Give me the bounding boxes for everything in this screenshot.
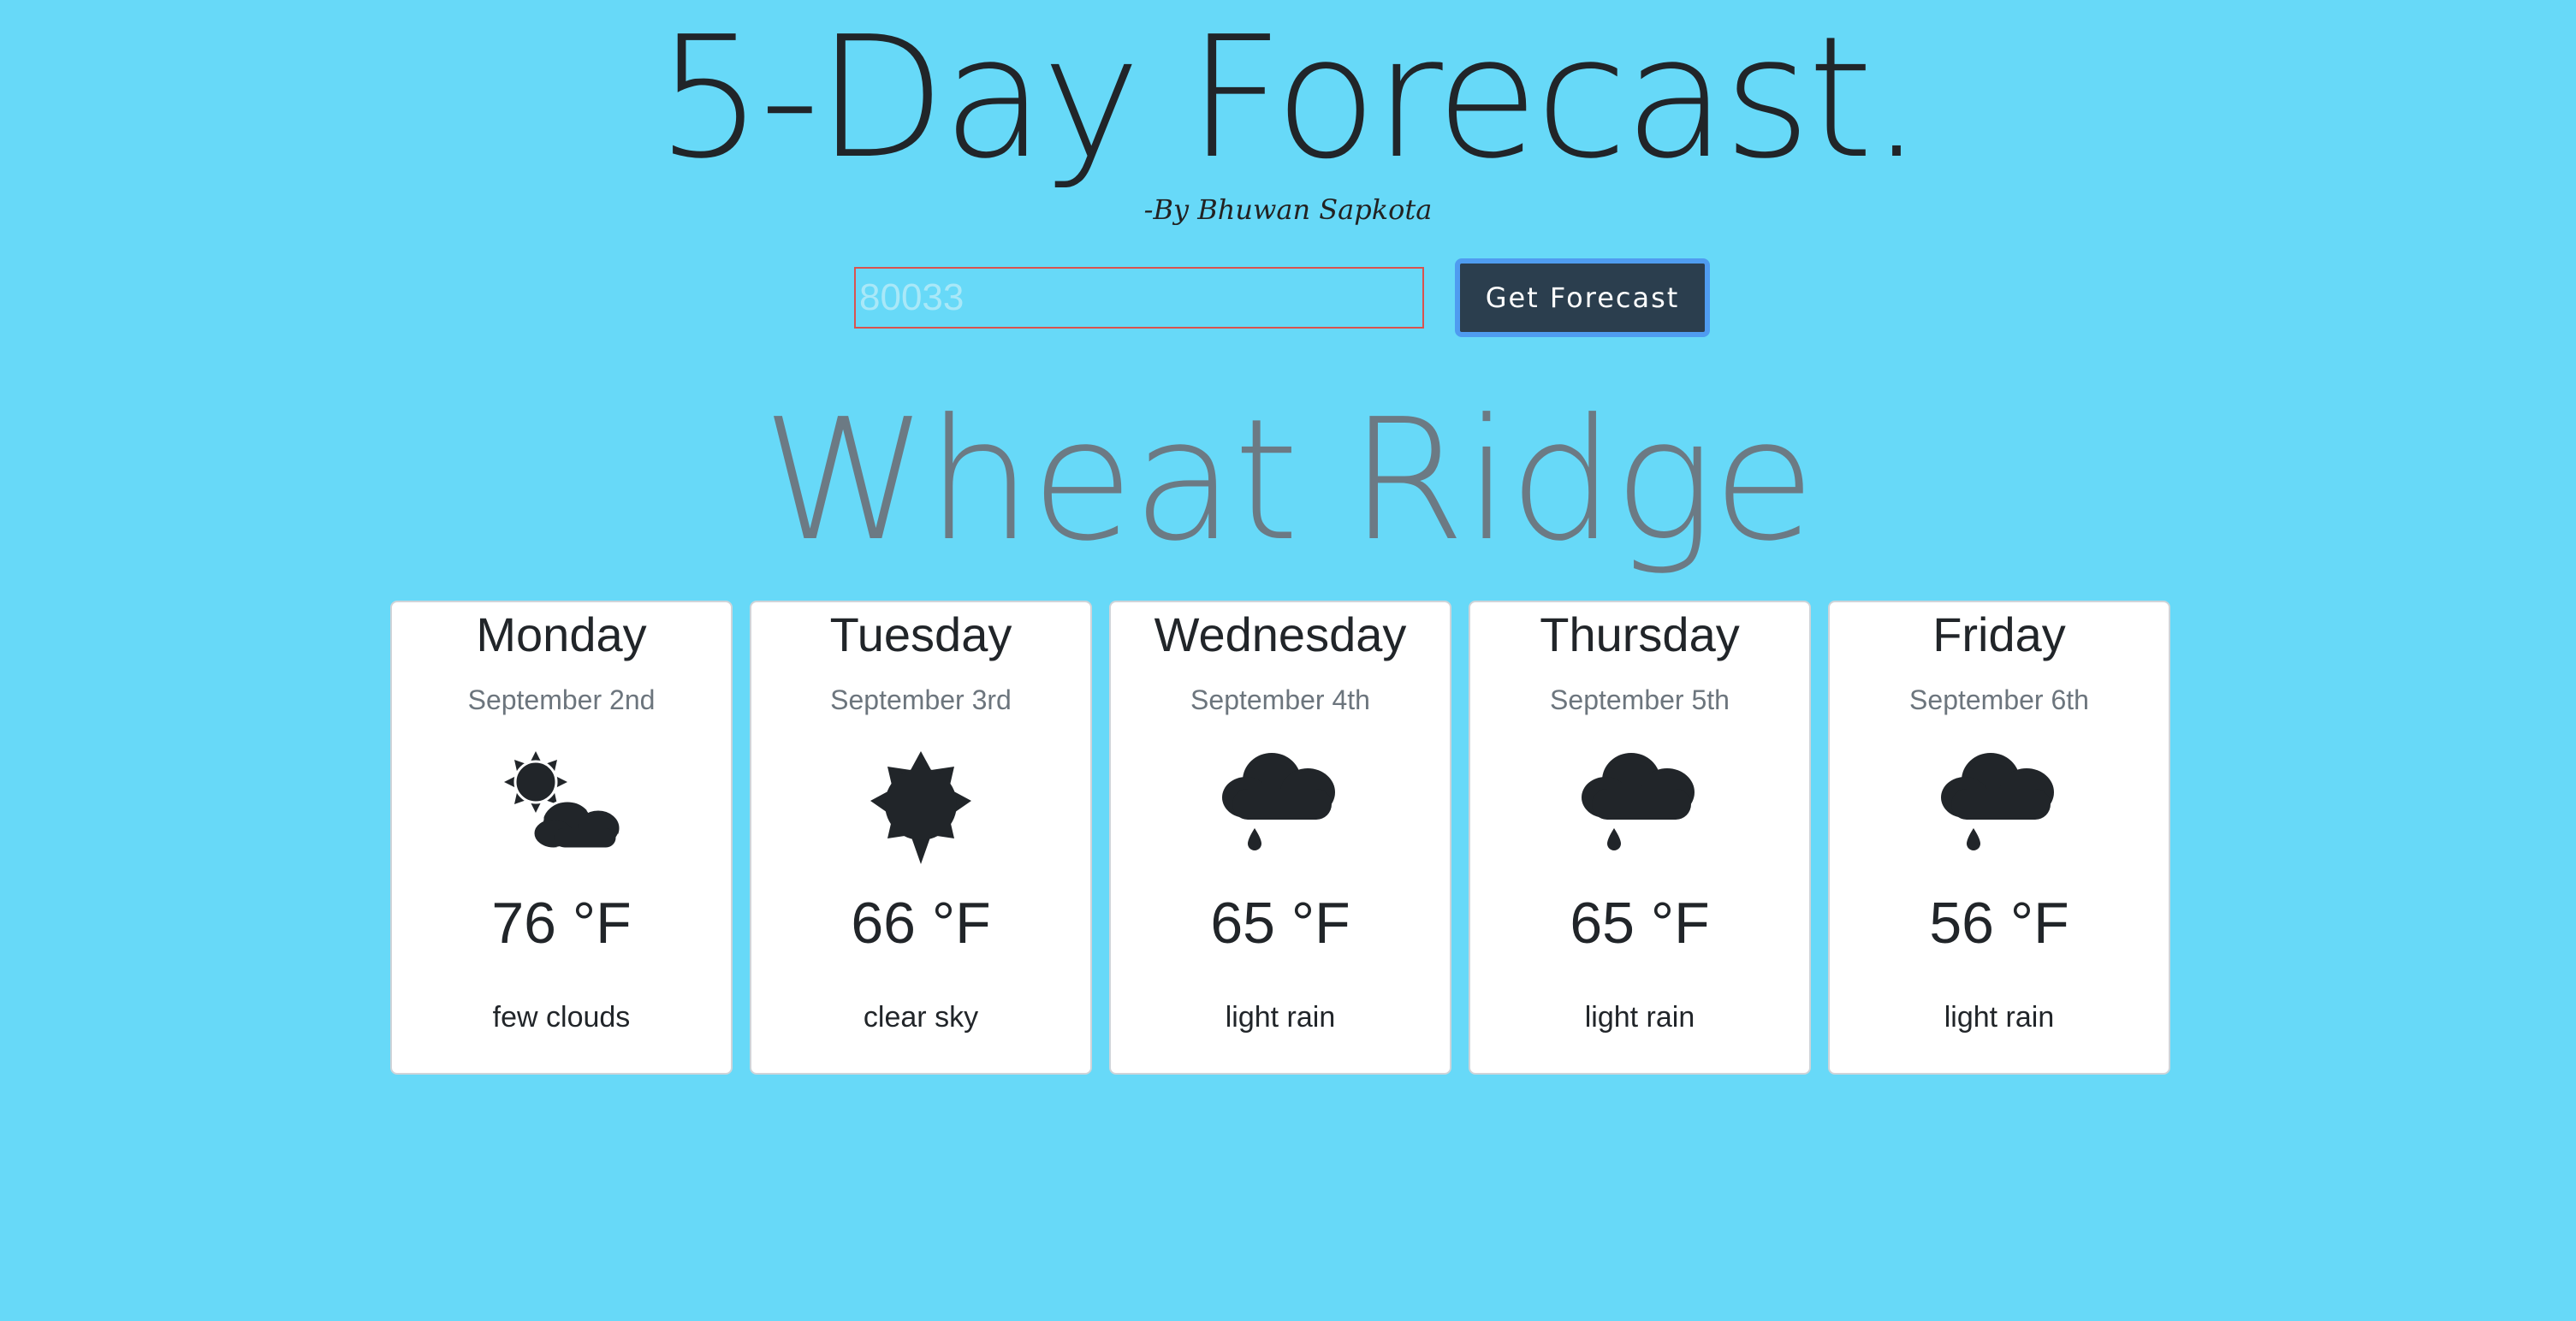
forecast-card-friday: Friday September 6th 56 °F light rain (1828, 601, 2170, 1075)
card-temperature: 76 °F (491, 891, 632, 956)
forecast-card-monday: Monday September 2nd 76 °F few clouds (390, 601, 733, 1075)
search-row: Get Forecast (0, 257, 2576, 337)
forecast-cards: Monday September 2nd 76 °F few clouds Tu… (390, 601, 2172, 1075)
card-date: September 3rd (830, 684, 1012, 715)
card-day: Thursday (1540, 607, 1740, 661)
forecast-card-thursday: Thursday September 5th 65 °F light rain (1469, 601, 1811, 1075)
card-description: light rain (1225, 1001, 1336, 1034)
card-date: September 6th (1909, 684, 2089, 715)
rain-cloud-icon (1111, 749, 1450, 878)
card-description: light rain (1944, 1001, 2055, 1034)
card-description: light rain (1584, 1001, 1695, 1034)
card-temperature: 65 °F (1210, 891, 1350, 956)
card-day: Tuesday (829, 607, 1012, 661)
card-date: September 4th (1190, 684, 1370, 715)
byline: -By Bhuwan Sapkota (1143, 193, 1433, 226)
get-forecast-button[interactable]: Get Forecast (1455, 258, 1710, 337)
card-day: Wednesday (1154, 607, 1407, 661)
forecast-card-wednesday: Wednesday September 4th 65 °F light rain (1109, 601, 1451, 1075)
city-name: Wheat Ridge (762, 383, 1815, 578)
sun-behind-clouds-icon (392, 749, 731, 878)
card-temperature: 56 °F (1929, 891, 2069, 956)
card-day: Monday (476, 607, 647, 661)
page-title: 5-Day Forecast. (656, 1, 1923, 196)
card-temperature: 66 °F (851, 891, 991, 956)
sun-icon (751, 749, 1090, 878)
card-description: clear sky (863, 1001, 979, 1034)
card-temperature: 65 °F (1570, 891, 1710, 956)
card-day: Friday (1932, 607, 2066, 661)
rain-cloud-icon (1830, 749, 2169, 878)
card-description: few clouds (492, 1001, 631, 1034)
zip-code-input[interactable] (854, 267, 1424, 329)
rain-cloud-icon (1470, 749, 1809, 878)
card-date: September 2nd (467, 684, 656, 715)
forecast-card-tuesday: Tuesday September 3rd 66 °F clear sky (750, 601, 1092, 1075)
card-date: September 5th (1550, 684, 1730, 715)
